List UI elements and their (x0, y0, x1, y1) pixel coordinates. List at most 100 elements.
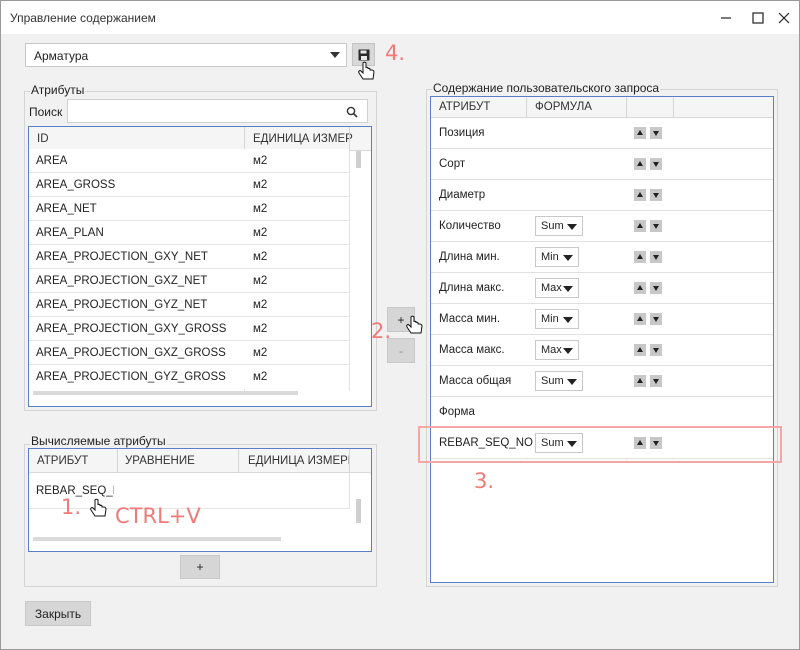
aggregate-select[interactable]: Max (535, 278, 579, 298)
query-row-label: Масса общая (439, 375, 512, 387)
move-up-button[interactable] (634, 282, 646, 294)
table-row[interactable]: AREA_PROJECTION_GXZ_GROSS м2 (29, 341, 349, 365)
move-up-button[interactable] (634, 158, 646, 170)
query-content-table: АТРИБУТ ФОРМУЛА Позиция Сорт Диаметр Кол… (430, 96, 774, 583)
add-computed-attribute-label: + (196, 560, 204, 574)
query-row-label: Масса мин. (439, 313, 501, 325)
move-up-button[interactable] (634, 127, 646, 139)
move-down-button[interactable] (650, 127, 662, 139)
aggregate-value: Sum (541, 375, 564, 387)
add-computed-attribute-button[interactable]: + (180, 555, 220, 579)
maximize-button[interactable] (747, 7, 769, 29)
move-up-button[interactable] (634, 375, 646, 387)
step-3-annotation: 3. (474, 469, 495, 493)
attribute-unit: м2 (253, 203, 268, 215)
remove-from-query-button[interactable]: - (387, 338, 415, 363)
hand-cursor-icon (358, 61, 375, 80)
table-row[interactable]: AREA_PROJECTION_GXY_NET м2 (29, 245, 349, 269)
query-row[interactable]: Длина мин. Min (431, 242, 773, 273)
aggregate-value: Min (541, 313, 559, 325)
move-up-button[interactable] (634, 344, 646, 356)
vertical-scrollbar[interactable] (356, 151, 361, 168)
rebar-type-select[interactable]: Арматура (25, 43, 347, 67)
horizontal-scrollbar[interactable] (33, 537, 281, 541)
column-header-formula[interactable]: ФОРМУЛА (535, 101, 592, 113)
move-down-button[interactable] (650, 344, 662, 356)
close-window-button[interactable] (773, 7, 795, 29)
query-row-label: Позиция (439, 127, 485, 139)
move-down-button[interactable] (650, 220, 662, 232)
new-row-highlight (418, 426, 782, 463)
close-button[interactable]: Закрыть (25, 601, 91, 626)
attribute-id: AREA_PROJECTION_GXZ_GROSS (36, 347, 226, 359)
search-label: Поиск (29, 105, 63, 119)
column-header-attribute[interactable]: АТРИБУТ (439, 101, 490, 113)
move-down-button[interactable] (650, 251, 662, 263)
search-input[interactable] (67, 99, 368, 123)
column-header-id[interactable]: ID (37, 133, 49, 145)
attribute-unit: м2 (253, 251, 268, 263)
attribute-id: AREA_GROSS (36, 179, 116, 191)
table-row[interactable]: AREA м2 (29, 149, 349, 173)
reorder-arrows (634, 220, 664, 232)
aggregate-value: Max (541, 344, 562, 356)
aggregate-select[interactable]: Sum (535, 371, 583, 391)
query-row[interactable]: Количество Sum (431, 211, 773, 242)
table-row[interactable]: AREA_PROJECTION_GXZ_NET м2 (29, 269, 349, 293)
attribute-unit: м2 (253, 275, 268, 287)
move-down-button[interactable] (650, 313, 662, 325)
attribute-unit: м2 (253, 179, 268, 191)
query-row[interactable]: Масса общая Sum (431, 366, 773, 397)
aggregate-select[interactable]: Max (535, 340, 579, 360)
column-header-equation[interactable]: УРАВНЕНИЕ (125, 455, 195, 467)
reorder-arrows (634, 282, 664, 294)
attributes-table: ID ЕДИНИЦА ИЗМЕРЕ AREA м2 AREA_GROSS м2 AR… (28, 126, 372, 407)
table-row[interactable]: AREA_PLAN м2 (29, 221, 349, 245)
attribute-unit: м2 (253, 227, 268, 239)
move-down-button[interactable] (650, 375, 662, 387)
chevron-down-icon (563, 286, 573, 292)
chevron-down-icon (563, 348, 573, 354)
column-header-unit[interactable]: ЕДИНИЦА ИЗМЕРЕ (248, 455, 350, 467)
query-row[interactable]: Позиция (431, 118, 773, 149)
attribute-id: AREA_PROJECTION_GYZ_NET (36, 299, 208, 311)
table-row[interactable]: AREA_PROJECTION_GYZ_GROSS м2 (29, 365, 349, 389)
minimize-button[interactable] (715, 7, 737, 29)
query-row[interactable]: Длина макс. Max (431, 273, 773, 304)
query-content-group-title: Содержание пользовательского запроса (432, 81, 661, 95)
query-row[interactable]: Диаметр (431, 180, 773, 211)
vertical-scrollbar[interactable] (356, 499, 361, 523)
move-up-button[interactable] (634, 313, 646, 325)
column-header-attribute[interactable]: АТРИБУТ (37, 455, 88, 467)
table-row[interactable]: AREA_NET м2 (29, 197, 349, 221)
step-4-annotation: 4. (385, 41, 406, 65)
aggregate-select[interactable]: Min (535, 247, 579, 267)
attribute-unit: м2 (253, 299, 268, 311)
move-up-button[interactable] (634, 189, 646, 201)
move-up-button[interactable] (634, 251, 646, 263)
query-row-label: Длина мин. (439, 251, 500, 263)
table-row[interactable]: AREA_GROSS м2 (29, 173, 349, 197)
query-row-label: Длина макс. (439, 282, 505, 294)
query-row[interactable]: Масса мин. Min (431, 304, 773, 335)
query-row-label: Сорт (439, 158, 466, 170)
reorder-arrows (634, 313, 664, 325)
query-row[interactable]: Сорт (431, 149, 773, 180)
move-down-button[interactable] (650, 189, 662, 201)
close-button-label: Закрыть (34, 606, 82, 621)
aggregate-select[interactable]: Min (535, 309, 579, 329)
hand-cursor-icon (90, 498, 107, 517)
move-down-button[interactable] (650, 158, 662, 170)
table-row[interactable]: AREA_PROJECTION_GXY_GROSS м2 (29, 317, 349, 341)
aggregate-select[interactable]: Sum (535, 216, 583, 236)
move-up-button[interactable] (634, 220, 646, 232)
column-header-unit[interactable]: ЕДИНИЦА ИЗМЕРЕ (253, 133, 353, 145)
query-row[interactable]: Масса макс. Max (431, 335, 773, 366)
attribute-unit: м2 (253, 371, 268, 383)
horizontal-scrollbar[interactable] (33, 391, 298, 395)
move-down-button[interactable] (650, 282, 662, 294)
query-row[interactable]: Форма (431, 397, 773, 428)
chevron-down-icon (330, 52, 340, 58)
attribute-id: AREA_NET (36, 203, 97, 215)
table-row[interactable]: AREA_PROJECTION_GYZ_NET м2 (29, 293, 349, 317)
